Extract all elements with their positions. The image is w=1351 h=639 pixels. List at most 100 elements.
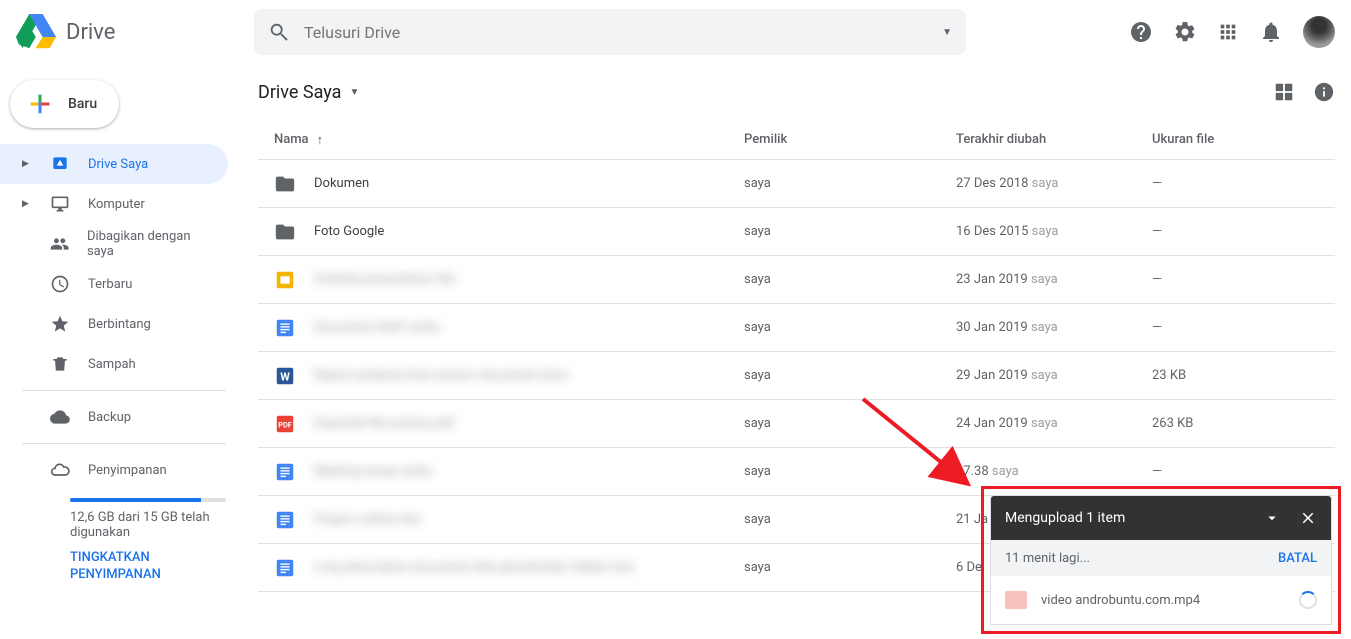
upload-file-row[interactable]: video androbuntu.com.mp4	[991, 576, 1331, 624]
sidebar-item-label: Drive Saya	[88, 157, 148, 172]
col-header-modified[interactable]: Terakhir diubah	[956, 132, 1152, 147]
file-type-icon	[274, 509, 296, 531]
file-owner: saya	[744, 224, 956, 239]
info-icon[interactable]	[1313, 81, 1335, 103]
file-type-icon	[274, 461, 296, 483]
video-thumb-icon	[1005, 591, 1027, 609]
file-owner: saya	[744, 512, 956, 527]
file-modified: 24 Jan 2019 saya	[956, 416, 1152, 431]
cloud-icon	[50, 407, 70, 427]
col-header-size[interactable]: Ukuran file	[1152, 132, 1335, 147]
main-header: Drive Saya ▼	[258, 64, 1335, 120]
my-drive-icon	[50, 154, 70, 174]
product-name: Drive	[66, 20, 115, 45]
file-size: —	[1152, 272, 1335, 287]
sidebar-divider	[22, 390, 226, 391]
file-name: Meeting recap notes	[314, 464, 432, 479]
sidebar-item-label: Sampah	[88, 357, 136, 372]
file-modified: 07.38 saya	[956, 464, 1152, 479]
file-size: 263 KB	[1152, 416, 1335, 431]
file-size: —	[1152, 464, 1335, 479]
file-name: Exported file archive.pdf	[314, 416, 454, 431]
plus-icon	[26, 90, 54, 118]
new-button-label: Baru	[68, 96, 97, 112]
sidebar-item-storage[interactable]: Penyimpanan	[0, 450, 228, 490]
clock-icon	[50, 274, 70, 294]
file-modified: 27 Des 2018 saya	[956, 176, 1152, 191]
search-input[interactable]	[304, 23, 942, 42]
gear-icon[interactable]	[1173, 20, 1197, 44]
sidebar-item-label: Komputer	[88, 197, 145, 212]
col-header-owner[interactable]: Pemilik	[744, 132, 956, 147]
breadcrumb[interactable]: Drive Saya ▼	[258, 82, 359, 103]
upload-panel: Mengupload 1 item 11 menit lagi... BATAL…	[990, 495, 1332, 625]
expand-icon[interactable]: ▶	[22, 199, 32, 209]
storage-block: 12,6 GB dari 15 GB telah digunakan TINGK…	[0, 490, 238, 592]
sidebar-item-backup[interactable]: Backup	[0, 397, 228, 437]
file-size: 23 KB	[1152, 368, 1335, 383]
header: Drive ▼	[0, 0, 1351, 64]
sidebar-item-computers[interactable]: ▶ Komputer	[0, 184, 228, 224]
storage-bar-fill	[70, 498, 201, 502]
file-owner: saya	[744, 416, 956, 431]
help-icon[interactable]	[1129, 20, 1153, 44]
search-box[interactable]: ▼	[254, 9, 966, 55]
logo-block[interactable]: Drive	[16, 12, 254, 52]
file-size: —	[1152, 320, 1335, 335]
upload-panel-status: 11 menit lagi... BATAL	[991, 540, 1331, 576]
sidebar-item-starred[interactable]: Berbintang	[0, 304, 228, 344]
cloud-outline-icon	[50, 460, 70, 480]
file-row[interactable]: Foto Googlesaya16 Des 2015 saya—	[258, 208, 1335, 256]
file-owner: saya	[744, 464, 956, 479]
file-row[interactable]: Untitled presentation file saya23 Jan 201…	[258, 256, 1335, 304]
sidebar-item-label: Penyimpanan	[88, 463, 167, 478]
file-type-icon	[274, 269, 296, 291]
sidebar-item-label: Terbaru	[88, 277, 132, 292]
sidebar-item-label: Berbintang	[88, 317, 151, 332]
avatar[interactable]	[1303, 16, 1335, 48]
file-type-icon: PDF	[274, 413, 296, 435]
header-actions	[1129, 16, 1335, 48]
trash-icon	[50, 354, 70, 374]
file-row[interactable]: WReport analysis final version document.…	[258, 352, 1335, 400]
svg-text:W: W	[280, 370, 290, 383]
svg-text:PDF: PDF	[278, 420, 292, 429]
collapse-icon[interactable]	[1263, 509, 1281, 527]
file-owner: saya	[744, 320, 956, 335]
upload-eta: 11 menit lagi...	[1005, 551, 1090, 566]
expand-icon[interactable]: ▶	[22, 159, 32, 169]
sidebar-divider	[22, 443, 226, 444]
close-icon[interactable]	[1299, 509, 1317, 527]
sidebar: Baru ▶ Drive Saya ▶ Komputer Dibagikan d…	[0, 64, 238, 639]
breadcrumb-title: Drive Saya	[258, 82, 341, 103]
file-row[interactable]: PDF Exported file archive.pdf saya24 Jan 2…	[258, 400, 1335, 448]
file-row[interactable]: Document draft notessaya30 Jan 2019 saya…	[258, 304, 1335, 352]
file-row[interactable]: Dokumensaya27 Des 2018 saya—	[258, 160, 1335, 208]
grid-view-icon[interactable]	[1273, 81, 1295, 103]
sidebar-item-my-drive[interactable]: ▶ Drive Saya	[0, 144, 228, 184]
star-icon	[50, 314, 70, 334]
sidebar-item-shared[interactable]: Dibagikan dengan saya	[0, 224, 228, 264]
file-owner: saya	[744, 368, 956, 383]
new-button[interactable]: Baru	[10, 80, 119, 128]
file-modified: 23 Jan 2019 saya	[956, 272, 1152, 287]
col-header-name[interactable]: Nama ↑	[258, 132, 744, 148]
file-owner: saya	[744, 560, 956, 575]
upload-cancel-button[interactable]: BATAL	[1278, 551, 1317, 566]
apps-icon[interactable]	[1217, 21, 1239, 43]
upload-panel-highlight: Mengupload 1 item 11 menit lagi... BATAL…	[981, 486, 1341, 634]
file-type-icon	[274, 173, 296, 195]
sidebar-item-trash[interactable]: Sampah	[0, 344, 228, 384]
search-options-dropdown-icon[interactable]: ▼	[942, 27, 952, 38]
file-owner: saya	[744, 272, 956, 287]
file-name: Untitled presentation file	[314, 272, 455, 287]
sidebar-item-recent[interactable]: Terbaru	[0, 264, 228, 304]
file-size: —	[1152, 176, 1335, 191]
notifications-icon[interactable]	[1259, 20, 1283, 44]
sidebar-item-label: Backup	[88, 410, 131, 425]
shared-icon	[50, 234, 69, 254]
file-owner: saya	[744, 176, 956, 191]
file-modified: 16 Des 2015 saya	[956, 224, 1152, 239]
upgrade-storage-link[interactable]: TINGKATKAN PENYIMPANAN	[70, 550, 226, 584]
upload-file-name: video androbuntu.com.mp4	[1041, 593, 1200, 608]
